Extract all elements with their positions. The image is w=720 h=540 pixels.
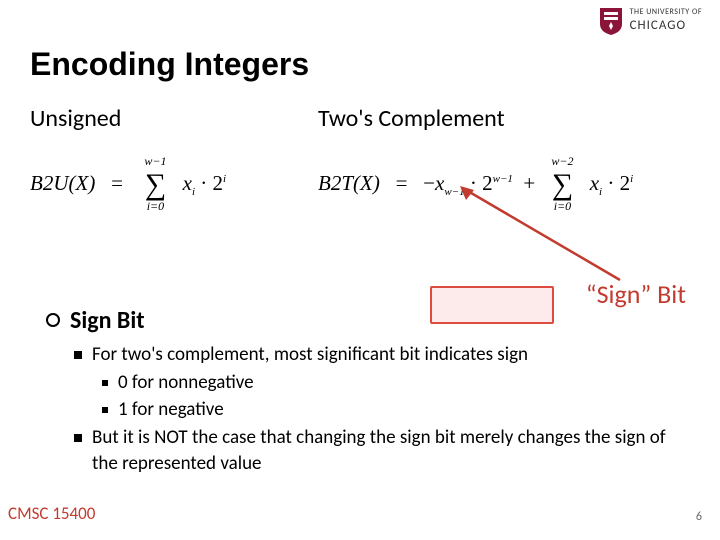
bullet-text: For two's complement, most significant b…	[92, 342, 528, 368]
ring-bullet-icon	[46, 313, 60, 327]
sign-bit-callout: “Sign” Bit	[586, 278, 686, 310]
b2t-sum: w−2 ∑ i=0	[543, 170, 581, 200]
b2t-xi-x: x	[590, 171, 599, 195]
b2t-x: x	[435, 171, 444, 195]
b2t-plus: +	[523, 171, 535, 195]
b2u-sum: w−1 ∑ i=0	[136, 170, 174, 200]
bullet-list: For two's complement, most significant b…	[74, 342, 686, 478]
b2u-xi-x: x	[183, 171, 192, 195]
square-bullet-icon	[74, 351, 82, 359]
b2t-lhs: B2T(X)	[318, 171, 380, 195]
b2u-sum-top: w−1	[136, 154, 174, 169]
course-code: CMSC 15400	[8, 503, 95, 524]
slide: THE UNIVERSITY OF CHICAGO Encoding Integ…	[0, 0, 720, 540]
sub-bullet-text: 1 for negative	[118, 397, 224, 423]
b2t-term-exp: i	[630, 173, 633, 185]
page-number: 6	[696, 510, 702, 524]
logo-line2: CHICAGO	[630, 18, 702, 34]
sign-bit-highlight	[430, 286, 554, 324]
column-twos-label: Two's Complement	[318, 104, 505, 133]
column-unsigned-label: Unsigned	[30, 104, 121, 133]
formula-b2u: B2U(X) = w−1 ∑ i=0 xi · 2i	[30, 170, 226, 200]
sigma-icon: ∑	[136, 170, 174, 200]
b2t-sum-bot: i=0	[543, 199, 581, 214]
shield-icon	[598, 6, 624, 36]
b2u-eq: =	[111, 171, 123, 195]
b2u-lhs: B2U(X)	[30, 171, 95, 195]
b2u-exp: i	[223, 173, 226, 185]
b2t-term-base: 2	[620, 171, 631, 195]
sub-bullet-text: 0 for nonnegative	[118, 370, 254, 396]
b2t-base: 2	[482, 171, 493, 195]
b2t-eq: =	[396, 171, 408, 195]
square-bullet-icon	[102, 380, 108, 386]
b2t-xi-sub: i	[599, 186, 602, 198]
square-bullet-icon	[74, 434, 82, 442]
b2t-dot: ·	[470, 171, 477, 195]
b2t-xsub: w−1	[444, 186, 464, 198]
slide-title: Encoding Integers	[30, 46, 309, 83]
university-logo: THE UNIVERSITY OF CHICAGO	[598, 6, 702, 36]
b2u-dot: ·	[200, 171, 207, 195]
b2t-neg: −	[423, 171, 435, 195]
bullet-item: But it is NOT the case that changing the…	[74, 425, 686, 476]
section-heading-text: Sign Bit	[70, 306, 145, 335]
sigma-icon: ∑	[543, 170, 581, 200]
section-heading: Sign Bit	[46, 306, 145, 335]
sub-bullet-item: 1 for negative	[102, 397, 686, 423]
bullet-text: But it is NOT the case that changing the…	[92, 425, 686, 476]
b2u-base: 2	[213, 171, 224, 195]
b2t-sum-top: w−2	[543, 154, 581, 169]
logo-text: THE UNIVERSITY OF CHICAGO	[630, 8, 702, 33]
formula-b2t: B2T(X) = −xw−1 · 2w−1 + w−2 ∑ i=0 xi · 2…	[318, 170, 633, 200]
square-bullet-icon	[102, 407, 108, 413]
b2u-xi-sub: i	[192, 186, 195, 198]
formula-area: B2U(X) = w−1 ∑ i=0 xi · 2i B2T(X) = −xw−…	[30, 140, 690, 230]
b2u-sum-bot: i=0	[136, 199, 174, 214]
sub-bullet-item: 0 for nonnegative	[102, 370, 686, 396]
bullet-item: For two's complement, most significant b…	[74, 342, 686, 368]
b2t-exp: w−1	[493, 173, 513, 185]
logo-line1: THE UNIVERSITY OF	[630, 8, 702, 18]
b2t-term-dot: ·	[607, 171, 614, 195]
